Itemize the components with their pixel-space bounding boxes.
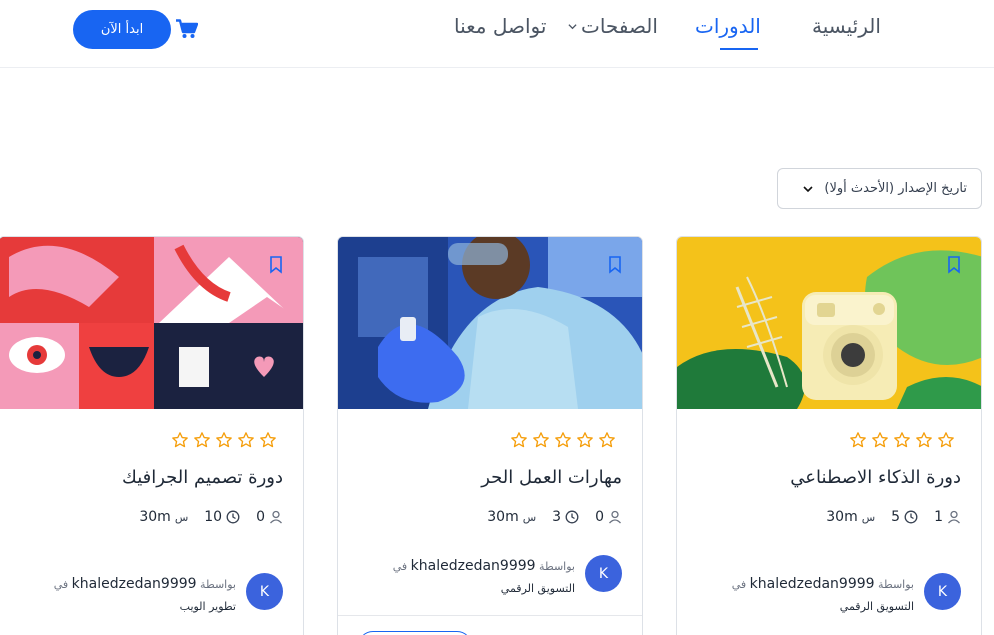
students-value: 0 (256, 509, 265, 525)
nav-pages[interactable]: الصفحات (568, 14, 658, 38)
star-icon (599, 432, 615, 448)
star-icon (172, 432, 188, 448)
nav-pages-label: الصفحات (581, 14, 658, 38)
avatar[interactable]: K (585, 555, 622, 592)
duration-minutes: 30m (487, 509, 519, 525)
rating-stars (510, 431, 616, 449)
students-count: 1 (934, 509, 961, 525)
course-meta: 0 3 س 30m (487, 509, 622, 525)
course-title[interactable]: مهارات العمل الحر (481, 467, 622, 488)
sort-selected-label: تاريخ الإصدار (الأحدث أولا) (824, 181, 967, 196)
hours-suffix: س (522, 510, 537, 524)
star-icon (260, 432, 276, 448)
students-count: 0 (595, 509, 622, 525)
course-category[interactable]: التسويق الرقمي (501, 582, 575, 595)
star-icon (238, 432, 254, 448)
graphic-design-illustration (0, 237, 303, 409)
clock-icon (904, 510, 918, 524)
star-icon (872, 432, 888, 448)
clock-icon (565, 510, 579, 524)
students-value: 0 (595, 509, 604, 525)
start-now-button[interactable]: ابدأ الآن (73, 10, 171, 49)
in-label: في (392, 560, 408, 573)
course-title[interactable]: دورة تصميم الجرافيك (122, 467, 283, 488)
course-title[interactable]: دورة الذكاء الاصطناعي (790, 467, 961, 488)
nav-courses[interactable]: الدورات (695, 14, 761, 38)
author-text: بواسطة khaledzedan9999 في تطوير الويب (36, 573, 236, 618)
course-author: K بواسطة khaledzedan9999 في تطوير الويب (36, 573, 283, 618)
scientist-photo (338, 237, 642, 409)
duration-minutes: 30m (826, 509, 858, 525)
author-text: بواسطة khaledzedan9999 في التسويق الرقمي (714, 573, 914, 618)
star-icon (916, 432, 932, 448)
in-label: في (53, 578, 69, 591)
course-card[interactable]: دورة الذكاء الاصطناعي 1 5 س 30m K بواسطة… (676, 236, 982, 635)
star-icon (533, 432, 549, 448)
clock-icon (226, 510, 240, 524)
nav-active-underline (720, 48, 758, 50)
course-thumbnail[interactable] (677, 237, 981, 409)
avatar[interactable]: K (246, 573, 283, 610)
students-value: 1 (934, 509, 943, 525)
chevron-down-icon (568, 23, 577, 29)
star-icon (577, 432, 593, 448)
course-author: K بواسطة khaledzedan9999 في التسويق الرق… (714, 573, 961, 618)
duration-minutes: 30m (139, 509, 171, 525)
bookmark-icon[interactable] (608, 256, 622, 274)
students-count: 0 (256, 509, 283, 525)
sort-select[interactable]: تاريخ الإصدار (الأحدث أولا) (777, 168, 982, 209)
author-name[interactable]: khaledzedan9999 (411, 558, 536, 574)
star-icon (850, 432, 866, 448)
author-text: بواسطة khaledzedan9999 في التسويق الرقمي (375, 555, 575, 600)
course-card[interactable]: دورة تصميم الجرافيك 0 10 س 30m K بواسطة … (0, 236, 304, 635)
star-icon (938, 432, 954, 448)
camera-illustration (677, 237, 981, 409)
cart-icon[interactable] (176, 19, 198, 39)
course-thumbnail[interactable] (338, 237, 642, 409)
by-label: بواسطة (539, 560, 575, 573)
nav-home[interactable]: الرئيسية (812, 14, 881, 38)
course-meta: 1 5 س 30m (826, 509, 961, 525)
duration-hours: 10 (204, 509, 223, 525)
card-divider (338, 615, 642, 616)
bookmark-icon[interactable] (947, 256, 961, 274)
course-card[interactable]: مهارات العمل الحر 0 3 س 30m K بواسطة kha… (337, 236, 643, 635)
rating-stars (849, 431, 955, 449)
user-icon (609, 510, 621, 524)
star-icon (555, 432, 571, 448)
star-icon (194, 432, 210, 448)
course-thumbnail[interactable] (0, 237, 303, 409)
duration: 5 (891, 509, 918, 525)
duration-hours: 5 (891, 509, 901, 525)
course-author: K بواسطة khaledzedan9999 في التسويق الرق… (375, 555, 622, 600)
star-icon (511, 432, 527, 448)
avatar[interactable]: K (924, 573, 961, 610)
site-header: ابدأ الآن الرئيسية الدورات الصفحات تواصل… (0, 0, 994, 68)
hours-suffix: س (174, 510, 189, 524)
duration-hours: 3 (552, 509, 562, 525)
course-category[interactable]: التسويق الرقمي (840, 600, 914, 613)
by-label: بواسطة (200, 578, 236, 591)
star-icon (894, 432, 910, 448)
duration: 3 (552, 509, 579, 525)
rating-stars (171, 431, 277, 449)
chevron-down-icon (803, 185, 813, 192)
by-label: بواسطة (878, 578, 914, 591)
nav-contact[interactable]: تواصل معنا (454, 14, 546, 38)
author-name[interactable]: khaledzedan9999 (72, 576, 197, 592)
enroll-button[interactable] (358, 631, 472, 635)
bookmark-icon[interactable] (269, 256, 283, 274)
user-icon (948, 510, 960, 524)
course-category[interactable]: تطوير الويب (180, 600, 236, 613)
star-icon (216, 432, 232, 448)
course-meta: 0 10 س 30m (139, 509, 283, 525)
duration: 10 (204, 509, 240, 525)
in-label: في (731, 578, 747, 591)
duration-minutes-group: س 30m (139, 509, 188, 525)
author-name[interactable]: khaledzedan9999 (750, 576, 875, 592)
user-icon (270, 510, 282, 524)
hours-suffix: س (861, 510, 876, 524)
duration-minutes-group: س 30m (826, 509, 875, 525)
duration-minutes-group: س 30m (487, 509, 536, 525)
